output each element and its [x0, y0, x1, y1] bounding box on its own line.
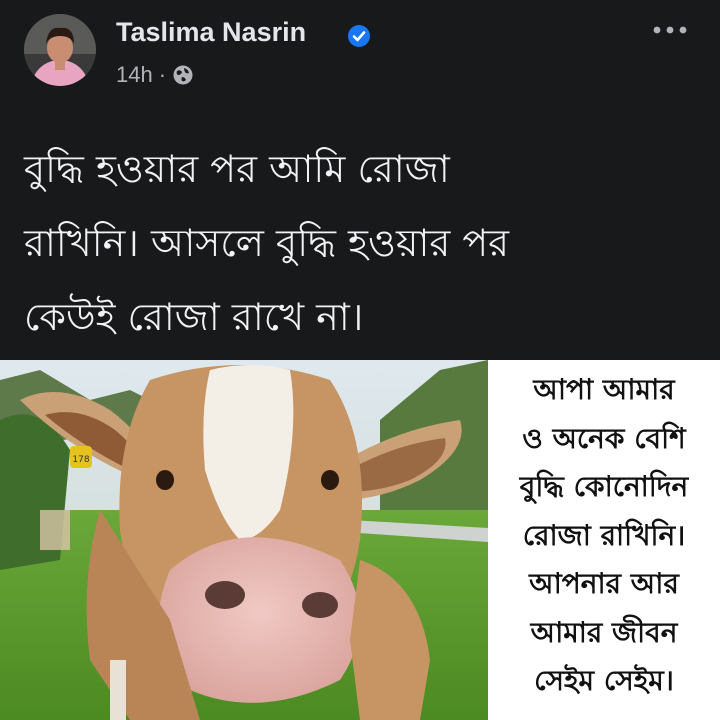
meme-line: রোজা রাখিনি।: [522, 518, 686, 552]
post-timestamp[interactable]: 14h: [116, 62, 153, 88]
verified-badge-icon: [348, 25, 370, 47]
post-text: বুদ্ধি হওয়ার পর আমি রোজা রাখিনি। আসলে ব…: [24, 132, 704, 354]
meta-separator: ·: [158, 62, 167, 87]
globe-icon: [173, 65, 193, 85]
meme-line: ও অনেক বেশি: [522, 421, 686, 455]
post-header: Taslima Nasrin 14h ·: [0, 0, 720, 110]
post-meta: 14h ·: [116, 60, 194, 90]
meme-line: আপা আমার: [533, 373, 675, 406]
ear-tag-number: 178: [72, 455, 89, 465]
post-text-line: বুদ্ধি হওয়ার পর আমি রোজা: [24, 147, 450, 191]
more-options-button[interactable]: [648, 16, 692, 44]
avatar-image: [24, 14, 96, 86]
author-avatar[interactable]: [24, 14, 96, 86]
post-text-line: কেউই রোজা রাখে না।: [24, 295, 364, 339]
meme-line: আপনার আর: [529, 567, 679, 600]
more-horizontal-icon: [653, 26, 687, 34]
author-name[interactable]: Taslima Nasrin: [116, 14, 306, 50]
meme-line: বুদ্ধি কোনোদিন: [519, 470, 689, 503]
meme-line: আমার জীবন: [530, 615, 678, 649]
post-text-line: রাখিনি। আসলে বুদ্ধি হওয়ার পর: [24, 221, 510, 265]
meme-text-panel: আপা আমার ও অনেক বেশি বুদ্ধি কোনোদিন রোজা…: [488, 360, 720, 720]
meme-line: সেইম সেইম।: [534, 664, 674, 697]
